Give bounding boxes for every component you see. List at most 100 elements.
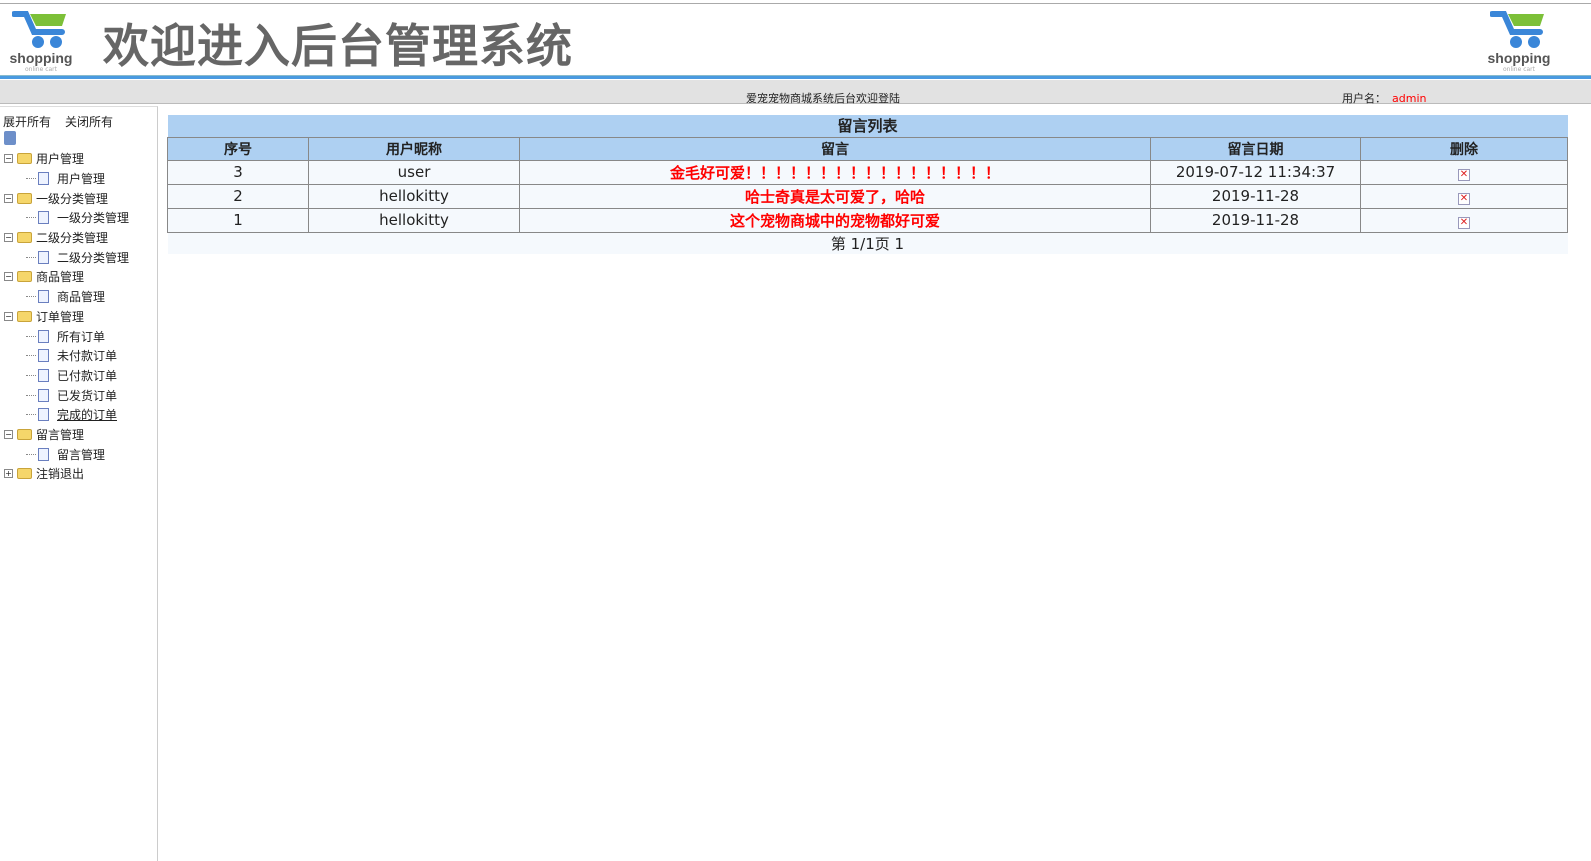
menu-item-label[interactable]: 完成的订单 [57, 406, 117, 423]
row-message: 金毛好可爱！！！！！！！！！！！！！！！！！ [519, 159, 1151, 185]
collapse-icon[interactable]: − [4, 429, 13, 439]
page-icon [38, 172, 49, 186]
collapse-icon[interactable]: − [4, 233, 13, 243]
menu-group[interactable]: + 注销退出 [4, 464, 129, 484]
col-date: 留言日期 [1150, 136, 1361, 161]
page-icon [38, 211, 49, 225]
menu-item[interactable]: 商品管理 [4, 287, 129, 307]
delete-button[interactable]: ✕ [1360, 159, 1568, 185]
menu-item[interactable]: 完成的订单 [4, 405, 129, 425]
pager: 第 1/1页 1 [167, 232, 1568, 254]
sidebar: 展开所有 关闭所有 − 用户管理 用户管理 − 一级分类管理 一级分类管理 − 二级分类管理 二级… [0, 106, 158, 861]
row-nick: user [308, 159, 520, 185]
shopping-logo-right: shopping online cart [1484, 8, 1554, 74]
menu-group-label: 留言管理 [36, 427, 85, 442]
page-icon [38, 290, 49, 304]
main-content: 留言列表 序号 用户昵称 留言 留言日期 删除 3 user 金毛好可爱！！！！！！… [167, 115, 1591, 254]
menu-item[interactable]: 所有订单 [4, 326, 129, 346]
page-title: 欢迎进入后台管理系统 [103, 19, 573, 73]
page-icon [38, 408, 49, 422]
table-row: 2 hellokitty 哈士奇真是太可爱了，哈哈 2019-11-28 ✕ [167, 183, 1568, 209]
menu-item-label[interactable]: 一级分类管理 [57, 209, 129, 226]
header-divider [0, 75, 1591, 79]
menu-group-label: 订单管理 [36, 309, 85, 324]
folder-icon [17, 271, 32, 283]
menu-group-label: 用户管理 [36, 152, 85, 167]
row-nick: hellokitty [308, 183, 520, 209]
menu-group[interactable]: − 一级分类管理 [4, 188, 129, 208]
menu-group[interactable]: − 商品管理 [4, 267, 129, 287]
header: shopping online cart 欢迎进入后台管理系统 shopping… [0, 3, 1591, 75]
menu-item-label[interactable]: 未付款订单 [57, 347, 117, 364]
message-table: 留言列表 序号 用户昵称 留言 留言日期 删除 3 user 金毛好可爱！！！！！！… [167, 115, 1568, 254]
shopping-logo: shopping online cart [6, 8, 76, 74]
row-id: 2 [167, 183, 309, 209]
page-icon [38, 368, 49, 382]
row-id: 1 [167, 207, 309, 233]
row-date: 2019-11-28 [1150, 183, 1361, 209]
computer-icon [4, 131, 16, 145]
menu-group-label: 注销退出 [36, 467, 85, 482]
col-delete: 删除 [1360, 136, 1568, 161]
menu-item[interactable]: 已付款订单 [4, 366, 129, 386]
row-nick: hellokitty [308, 207, 520, 233]
folder-icon [17, 468, 32, 480]
page-icon [38, 250, 49, 264]
collapse-icon[interactable]: − [4, 154, 13, 164]
col-id: 序号 [167, 136, 309, 161]
folder-icon [17, 232, 32, 244]
menu-group-label: 商品管理 [36, 270, 85, 285]
menu-item-label[interactable]: 已发货订单 [57, 387, 117, 404]
folder-icon [17, 310, 32, 322]
table-row: 1 hellokitty 这个宠物商城中的宠物都好可爱 2019-11-28 ✕ [167, 207, 1568, 233]
collapse-icon[interactable]: − [4, 193, 13, 203]
menu-item-label[interactable]: 已付款订单 [57, 367, 117, 384]
row-date: 2019-07-12 11:34:37 [1150, 159, 1361, 185]
current-user: 用户名： admin [1342, 92, 1427, 105]
folder-icon [17, 192, 32, 204]
menu-item-label[interactable]: 二级分类管理 [57, 249, 129, 266]
menu-item-label[interactable]: 用户管理 [57, 170, 105, 187]
menu-group[interactable]: − 用户管理 [4, 149, 129, 169]
row-message: 这个宠物商城中的宠物都好可爱 [519, 207, 1151, 233]
delete-button[interactable]: ✕ [1360, 207, 1568, 233]
folder-icon [17, 153, 32, 165]
menu-group[interactable]: − 订单管理 [4, 307, 129, 327]
delete-icon[interactable]: ✕ [1458, 217, 1470, 229]
delete-icon[interactable]: ✕ [1458, 169, 1470, 181]
menu-group[interactable]: − 二级分类管理 [4, 228, 129, 248]
user-name: admin [1392, 92, 1427, 105]
delete-icon[interactable]: ✕ [1458, 193, 1470, 205]
welcome-text: 爱宠宠物商城系统后台欢迎登陆 [746, 92, 900, 105]
row-id: 3 [167, 159, 309, 185]
page-icon [38, 329, 49, 343]
table-row: 3 user 金毛好可爱！！！！！！！！！！！！！！！！！ 2019-07-12 11… [167, 159, 1568, 185]
col-message: 留言 [519, 136, 1151, 161]
menu-item[interactable]: 未付款订单 [4, 346, 129, 366]
page-icon [38, 447, 49, 461]
table-caption: 留言列表 [167, 115, 1568, 137]
collapse-icon[interactable]: − [4, 311, 13, 321]
menu-item[interactable]: 用户管理 [4, 169, 129, 189]
top-bar: 爱宠宠物商城系统后台欢迎登陆 用户名： admin [0, 80, 1591, 105]
folder-icon [17, 428, 32, 440]
menu-item-label[interactable]: 留言管理 [57, 446, 105, 463]
menu-tree: − 用户管理 用户管理 − 一级分类管理 一级分类管理 − 二级分类管理 二级分类管理 − 商品管理… [4, 131, 129, 484]
page-icon [38, 388, 49, 402]
menu-item-label[interactable]: 商品管理 [57, 288, 105, 305]
menu-item[interactable]: 二级分类管理 [4, 247, 129, 267]
collapse-icon[interactable]: − [4, 272, 13, 282]
page-icon [38, 349, 49, 363]
delete-button[interactable]: ✕ [1360, 183, 1568, 209]
row-date: 2019-11-28 [1150, 207, 1361, 233]
menu-group-label: 一级分类管理 [36, 191, 109, 206]
menu-group[interactable]: − 留言管理 [4, 425, 129, 445]
menu-item-label[interactable]: 所有订单 [57, 328, 105, 345]
menu-item[interactable]: 一级分类管理 [4, 208, 129, 228]
menu-group-label: 二级分类管理 [36, 231, 109, 246]
expand-all-link[interactable]: 展开所有 [3, 115, 51, 129]
menu-item[interactable]: 留言管理 [4, 444, 129, 464]
expand-icon[interactable]: + [4, 469, 13, 479]
collapse-all-link[interactable]: 关闭所有 [65, 115, 113, 129]
menu-item[interactable]: 已发货订单 [4, 385, 129, 405]
